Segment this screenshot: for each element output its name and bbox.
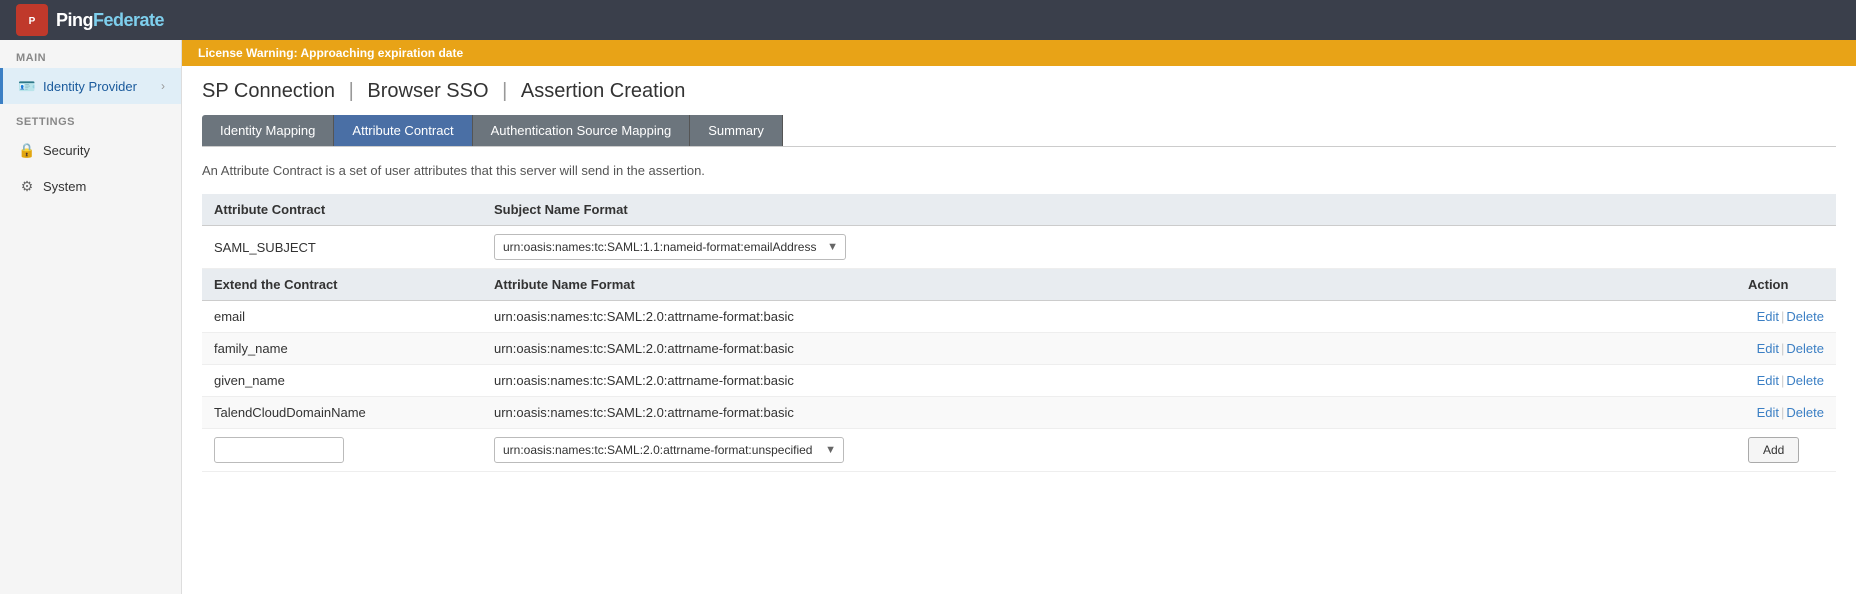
add-button-cell: Add	[1736, 429, 1836, 472]
page-header: SP Connection | Browser SSO | Assertion …	[182, 66, 1856, 147]
identity-provider-icon: 🪪	[19, 78, 35, 94]
settings-section-label: SETTINGS	[0, 104, 181, 132]
row-attribute-name: TalendCloudDomainName	[202, 397, 482, 429]
sep: |	[1781, 341, 1784, 356]
license-warning: License Warning: Approaching expiration …	[182, 40, 1856, 66]
action-col-header: Action	[1736, 269, 1836, 301]
description-text: An Attribute Contract is a set of user a…	[202, 163, 1836, 178]
breadcrumb-browser-sso: Browser SSO	[367, 80, 488, 102]
saml-subject-format-cell: urn:oasis:names:tc:SAML:1.1:nameid-forma…	[482, 226, 1836, 269]
edit-link-2[interactable]: Edit	[1757, 373, 1779, 388]
main-content: License Warning: Approaching expiration …	[182, 40, 1856, 594]
subject-name-format-col-header: Subject Name Format	[482, 194, 1736, 226]
delete-link-1[interactable]: Delete	[1786, 341, 1824, 356]
breadcrumb-assertion-creation: Assertion Creation	[521, 80, 686, 102]
attribute-contract-table: Attribute Contract Subject Name Format S…	[202, 194, 1836, 472]
subject-format-select-wrapper: urn:oasis:names:tc:SAML:1.1:nameid-forma…	[494, 234, 846, 260]
chevron-right-icon: ›	[161, 79, 165, 93]
sidebar-item-system[interactable]: ⚙ System	[0, 168, 181, 204]
saml-subject-label: SAML_SUBJECT	[202, 226, 482, 269]
table-row: TalendCloudDomainName urn:oasis:names:tc…	[202, 397, 1836, 429]
breadcrumb-sep1: |	[349, 80, 360, 102]
sidebar-item-label: System	[43, 179, 86, 194]
security-icon: 🔒	[19, 142, 35, 158]
action-links: Edit|Delete	[1757, 309, 1824, 324]
tab-authentication-source-mapping[interactable]: Authentication Source Mapping	[473, 115, 691, 146]
row-actions: Edit|Delete	[1736, 301, 1836, 333]
new-format-select-wrapper: urn:oasis:names:tc:SAML:2.0:attrname-for…	[494, 437, 844, 463]
row-attribute-format: urn:oasis:names:tc:SAML:2.0:attrname-for…	[482, 301, 1736, 333]
row-attribute-format: urn:oasis:names:tc:SAML:2.0:attrname-for…	[482, 397, 1736, 429]
tab-attribute-contract[interactable]: Attribute Contract	[334, 115, 472, 146]
row-attribute-name: family_name	[202, 333, 482, 365]
row-attribute-format: urn:oasis:names:tc:SAML:2.0:attrname-for…	[482, 333, 1736, 365]
sidebar-item-security[interactable]: 🔒 Security	[0, 132, 181, 168]
row-attribute-name: given_name	[202, 365, 482, 397]
new-attribute-format-cell: urn:oasis:names:tc:SAML:2.0:attrname-for…	[482, 429, 1736, 472]
row-attribute-name: email	[202, 301, 482, 333]
page-title: SP Connection | Browser SSO | Assertion …	[202, 80, 1836, 103]
sep: |	[1781, 309, 1784, 324]
brand-federate: Federate	[93, 10, 164, 30]
new-attribute-input-cell	[202, 429, 482, 472]
topbar: P PingFederate	[0, 0, 1856, 40]
subject-format-select[interactable]: urn:oasis:names:tc:SAML:1.1:nameid-forma…	[494, 234, 846, 260]
add-attribute-row: urn:oasis:names:tc:SAML:2.0:attrname-for…	[202, 429, 1836, 472]
sidebar: MAIN 🪪 Identity Provider › SETTINGS 🔒 Se…	[0, 40, 182, 594]
edit-link-1[interactable]: Edit	[1757, 341, 1779, 356]
action-links: Edit|Delete	[1757, 405, 1824, 420]
delete-link-2[interactable]: Delete	[1786, 373, 1824, 388]
add-attribute-button[interactable]: Add	[1748, 437, 1799, 463]
delete-link-0[interactable]: Delete	[1786, 309, 1824, 324]
action-links: Edit|Delete	[1757, 341, 1824, 356]
sidebar-item-label: Identity Provider	[43, 79, 137, 94]
row-actions: Edit|Delete	[1736, 397, 1836, 429]
delete-link-3[interactable]: Delete	[1786, 405, 1824, 420]
system-icon: ⚙	[19, 178, 35, 194]
edit-link-3[interactable]: Edit	[1757, 405, 1779, 420]
sep: |	[1781, 373, 1784, 388]
ping-icon: P	[16, 4, 48, 36]
attribute-name-format-col-header: Attribute Name Format	[482, 269, 1736, 301]
breadcrumb-sp-connection: SP Connection	[202, 80, 335, 102]
table-row: email urn:oasis:names:tc:SAML:2.0:attrna…	[202, 301, 1836, 333]
content-body: An Attribute Contract is a set of user a…	[182, 147, 1856, 488]
svg-text:P: P	[29, 16, 36, 27]
new-attribute-name-input[interactable]	[214, 437, 344, 463]
brand-ping: Ping	[56, 10, 93, 30]
breadcrumb-sep2: |	[502, 80, 513, 102]
extend-contract-col-header: Extend the Contract	[202, 269, 482, 301]
table-row: given_name urn:oasis:names:tc:SAML:2.0:a…	[202, 365, 1836, 397]
table-row: family_name urn:oasis:names:tc:SAML:2.0:…	[202, 333, 1836, 365]
tab-identity-mapping[interactable]: Identity Mapping	[202, 115, 334, 146]
tab-summary[interactable]: Summary	[690, 115, 783, 146]
logo: P PingFederate	[16, 4, 164, 36]
tab-bar: Identity Mapping Attribute Contract Auth…	[202, 115, 1836, 147]
row-attribute-format: urn:oasis:names:tc:SAML:2.0:attrname-for…	[482, 365, 1736, 397]
extend-contract-header-row: Extend the Contract Attribute Name Forma…	[202, 269, 1836, 301]
row-actions: Edit|Delete	[1736, 333, 1836, 365]
sep: |	[1781, 405, 1784, 420]
action-links: Edit|Delete	[1757, 373, 1824, 388]
brand-name: PingFederate	[56, 10, 164, 31]
edit-link-0[interactable]: Edit	[1757, 309, 1779, 324]
sidebar-item-label: Security	[43, 143, 90, 158]
new-attribute-format-select[interactable]: urn:oasis:names:tc:SAML:2.0:attrname-for…	[494, 437, 844, 463]
sidebar-item-identity-provider[interactable]: 🪪 Identity Provider ›	[0, 68, 181, 104]
attribute-contract-col-header: Attribute Contract	[202, 194, 482, 226]
saml-subject-row: SAML_SUBJECT urn:oasis:names:tc:SAML:1.1…	[202, 226, 1836, 269]
main-section-label: MAIN	[0, 40, 181, 68]
row-actions: Edit|Delete	[1736, 365, 1836, 397]
